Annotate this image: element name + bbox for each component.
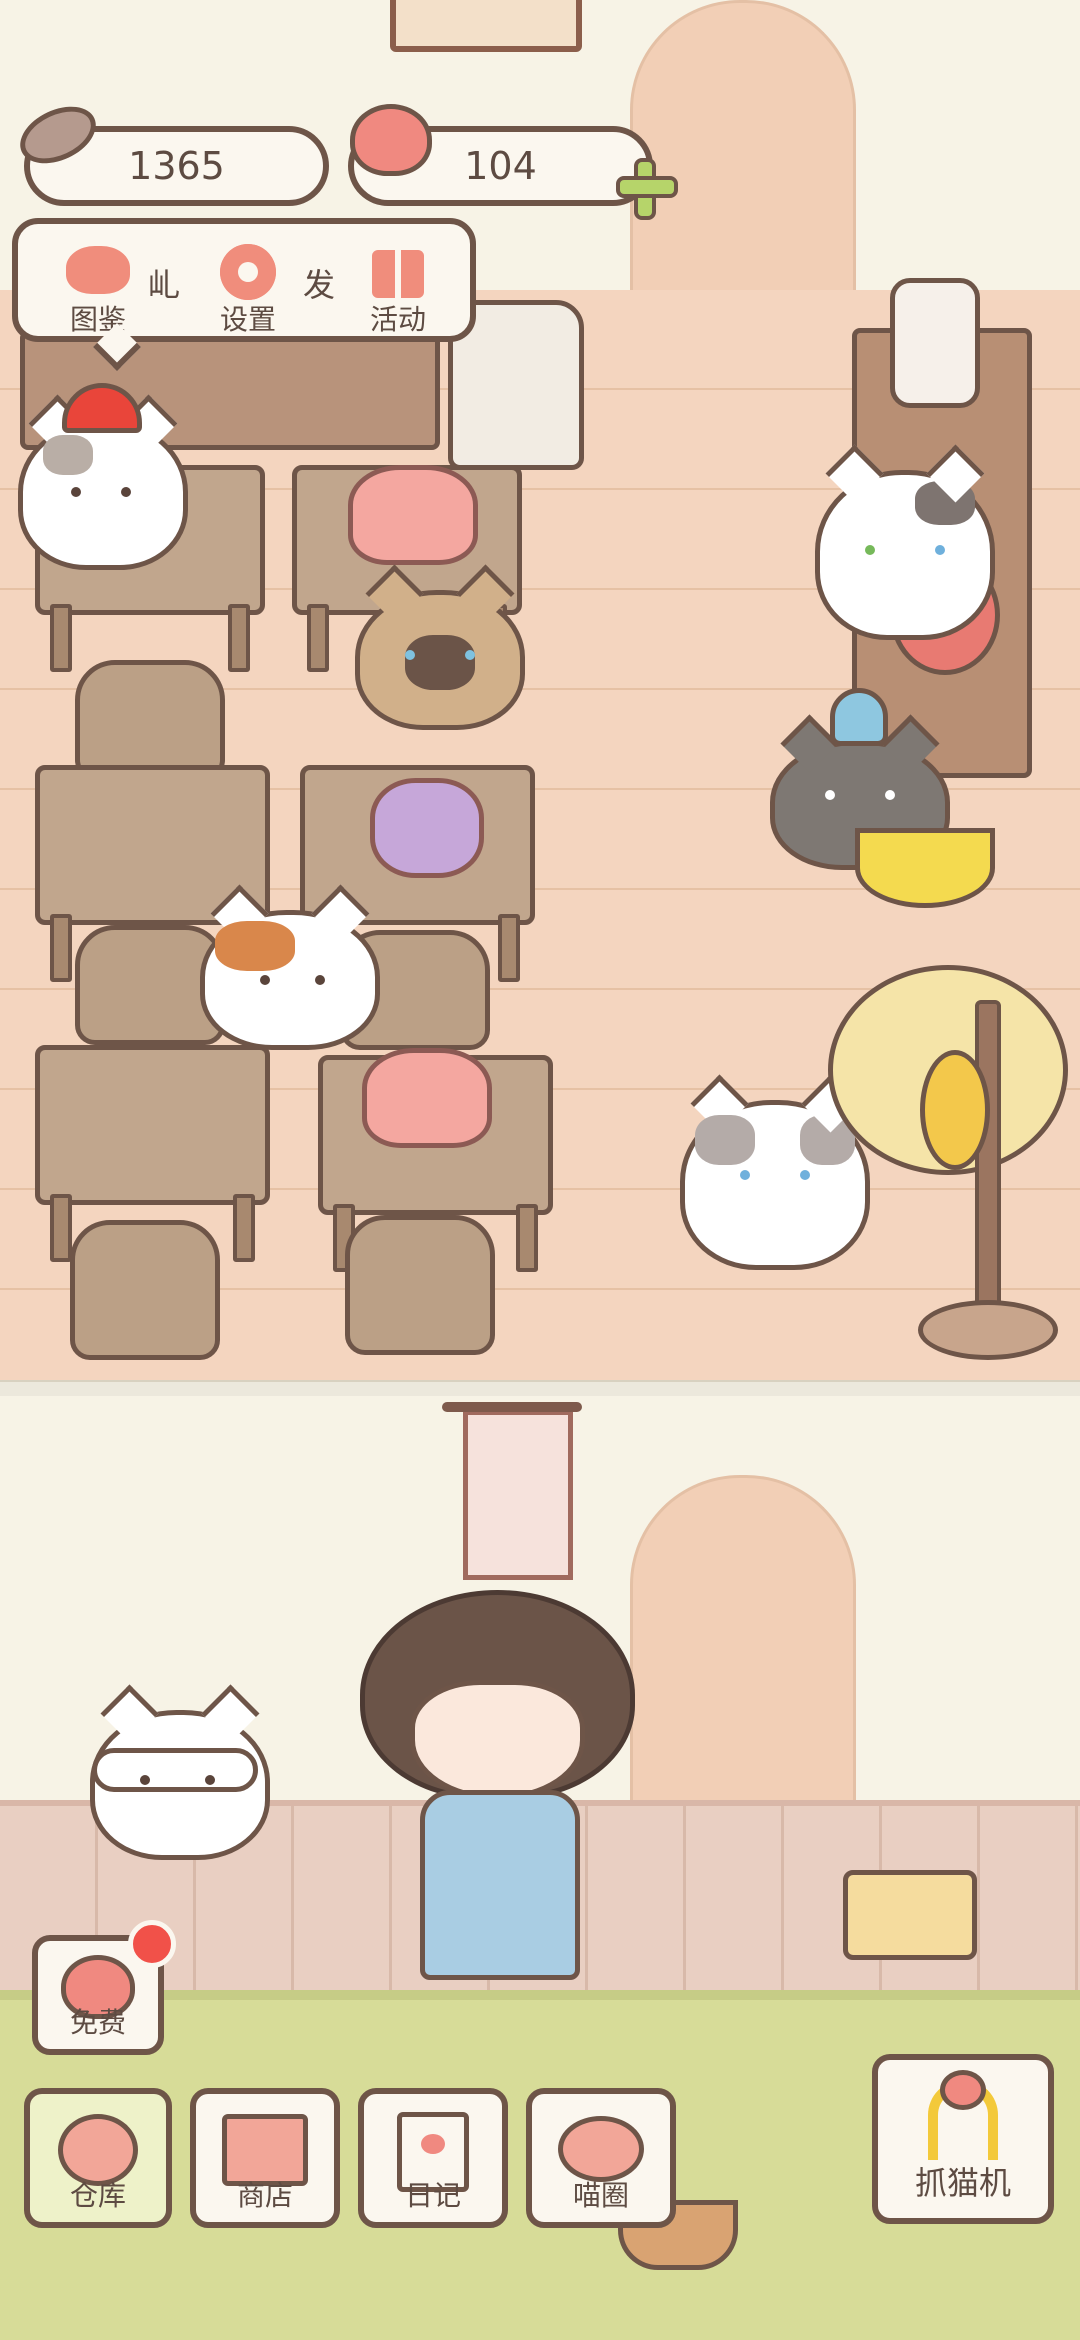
siamese-cat[interactable]: [355, 590, 525, 730]
nav-label: 商店: [236, 2179, 293, 2212]
heart-icon: [350, 104, 432, 176]
bottom-nav-storage[interactable]: 仓库: [24, 2088, 172, 2228]
menu-item-settings[interactable]: 设置: [188, 242, 308, 342]
straw-hat: [920, 1050, 990, 1170]
claw-label: 抓猫机: [914, 2164, 1011, 2202]
menu-label: 活动: [369, 303, 426, 336]
calico-cat-on-shelf[interactable]: [815, 470, 995, 640]
cat-with-cap[interactable]: [18, 420, 188, 570]
bottom-nav-diary[interactable]: 日记: [358, 2088, 508, 2228]
menu-label: 图鉴: [69, 303, 126, 336]
free-label: 免费: [69, 2006, 126, 2039]
lower-doorway: [630, 1475, 856, 1818]
coat-rack-base: [918, 1300, 1058, 1360]
nav-label: 喵圈: [572, 2179, 629, 2212]
paw-banner-rod: [442, 1402, 582, 1412]
gray-white-cat[interactable]: [680, 1100, 870, 1270]
jelly-dessert: [348, 465, 478, 565]
nav-label: 仓库: [69, 2179, 126, 2212]
jar: [890, 278, 980, 408]
diary-heart: [421, 2134, 445, 2154]
clip-accessory: [830, 688, 888, 746]
claw-top: [940, 2070, 986, 2110]
wall-picture-frame: [390, 0, 582, 52]
add-hearts-button[interactable]: [616, 158, 678, 220]
menu-obscured-text: 乢: [148, 266, 181, 304]
bottom-nav-shop[interactable]: 商店: [190, 2088, 340, 2228]
claw-machine-button[interactable]: 抓猫机: [872, 2054, 1054, 2224]
game-scene: 1365 104 图鉴 乢 设置 发 活动 免费 仓库 商店 日记 喵圈 抓猫机: [0, 0, 1080, 2340]
chair: [75, 660, 225, 780]
player-character-body[interactable]: [420, 1790, 580, 1980]
chair: [345, 1215, 495, 1355]
paw-banner: [463, 1410, 573, 1580]
menu-item-events[interactable]: 活动: [338, 242, 458, 342]
popup-menu: 图鉴 乢 设置 发 活动: [12, 218, 476, 342]
food-bowl: [855, 828, 995, 908]
player-character-face: [410, 1680, 585, 1800]
gear-hole: [238, 262, 258, 282]
upper-doorway: [630, 0, 856, 293]
nav-label: 日记: [404, 2179, 461, 2212]
coat-rack: [975, 1000, 1001, 1328]
fish-count: 1365: [128, 144, 225, 188]
chair: [70, 1220, 220, 1360]
orange-white-cat[interactable]: [200, 910, 380, 1050]
macaron-dessert: [370, 778, 484, 878]
table: [35, 1045, 270, 1262]
notification-badge: [128, 1920, 176, 1968]
glasses: [92, 1748, 258, 1792]
menu-obscured-text: 发: [303, 266, 336, 304]
cat-face-icon: [66, 246, 130, 294]
tempura-basket: [843, 1870, 977, 1960]
jelly-dessert: [362, 1048, 492, 1148]
gift-ribbon: [395, 250, 401, 298]
menu-label: 设置: [219, 303, 276, 336]
menu-item-catalog[interactable]: 图鉴: [38, 242, 158, 342]
bottom-nav-cat-circle[interactable]: 喵圈: [526, 2088, 676, 2228]
heart-count: 104: [464, 144, 537, 188]
cat-planet-icon: [558, 2116, 644, 2182]
